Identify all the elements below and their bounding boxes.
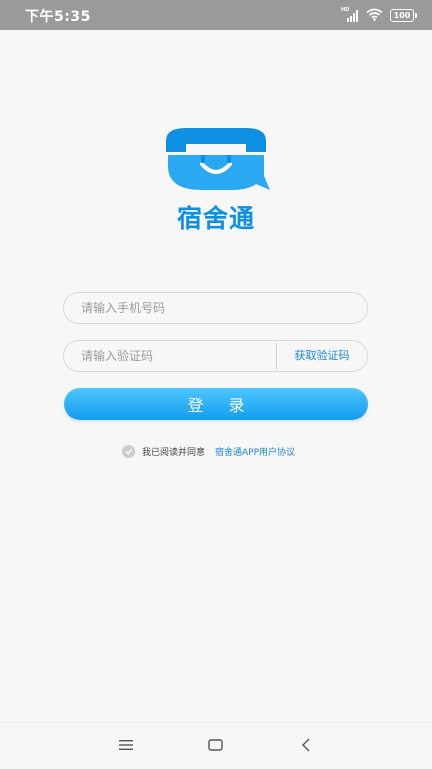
status-time: 下午5:35	[25, 9, 91, 25]
app-logo: 宿舍通	[162, 126, 270, 233]
agree-checkbox[interactable]	[122, 444, 135, 458]
status-icons: HD 100	[341, 6, 417, 25]
back-icon[interactable]	[298, 737, 318, 755]
wifi-icon	[366, 6, 383, 25]
network-type-label: HD	[341, 7, 350, 13]
agreement-row: 我已阅读并同意 宿舍通APP用户协议	[122, 444, 295, 458]
phone-smile-icon	[166, 128, 270, 190]
agreement-text: 我已阅读并同意	[142, 447, 206, 458]
system-nav-bar	[0, 722, 432, 769]
check-icon	[125, 448, 133, 455]
phone-field[interactable]	[63, 292, 368, 324]
battery-icon: 100	[390, 8, 417, 22]
get-code-button[interactable]: 获取验证码	[277, 341, 367, 371]
login-button[interactable]: 登 录	[64, 388, 368, 420]
app-name: 宿舍通	[176, 204, 255, 233]
agreement-link[interactable]: 宿舍通APP用户协议	[215, 445, 295, 458]
signal-icon: HD	[341, 7, 359, 22]
code-input[interactable]	[81, 341, 261, 371]
menu-icon[interactable]	[118, 737, 138, 755]
status-bar: 下午5:35 HD 100	[0, 0, 432, 30]
phone-input[interactable]	[81, 293, 351, 323]
code-field[interactable]: 获取验证码	[63, 340, 368, 372]
home-icon[interactable]	[207, 737, 227, 755]
